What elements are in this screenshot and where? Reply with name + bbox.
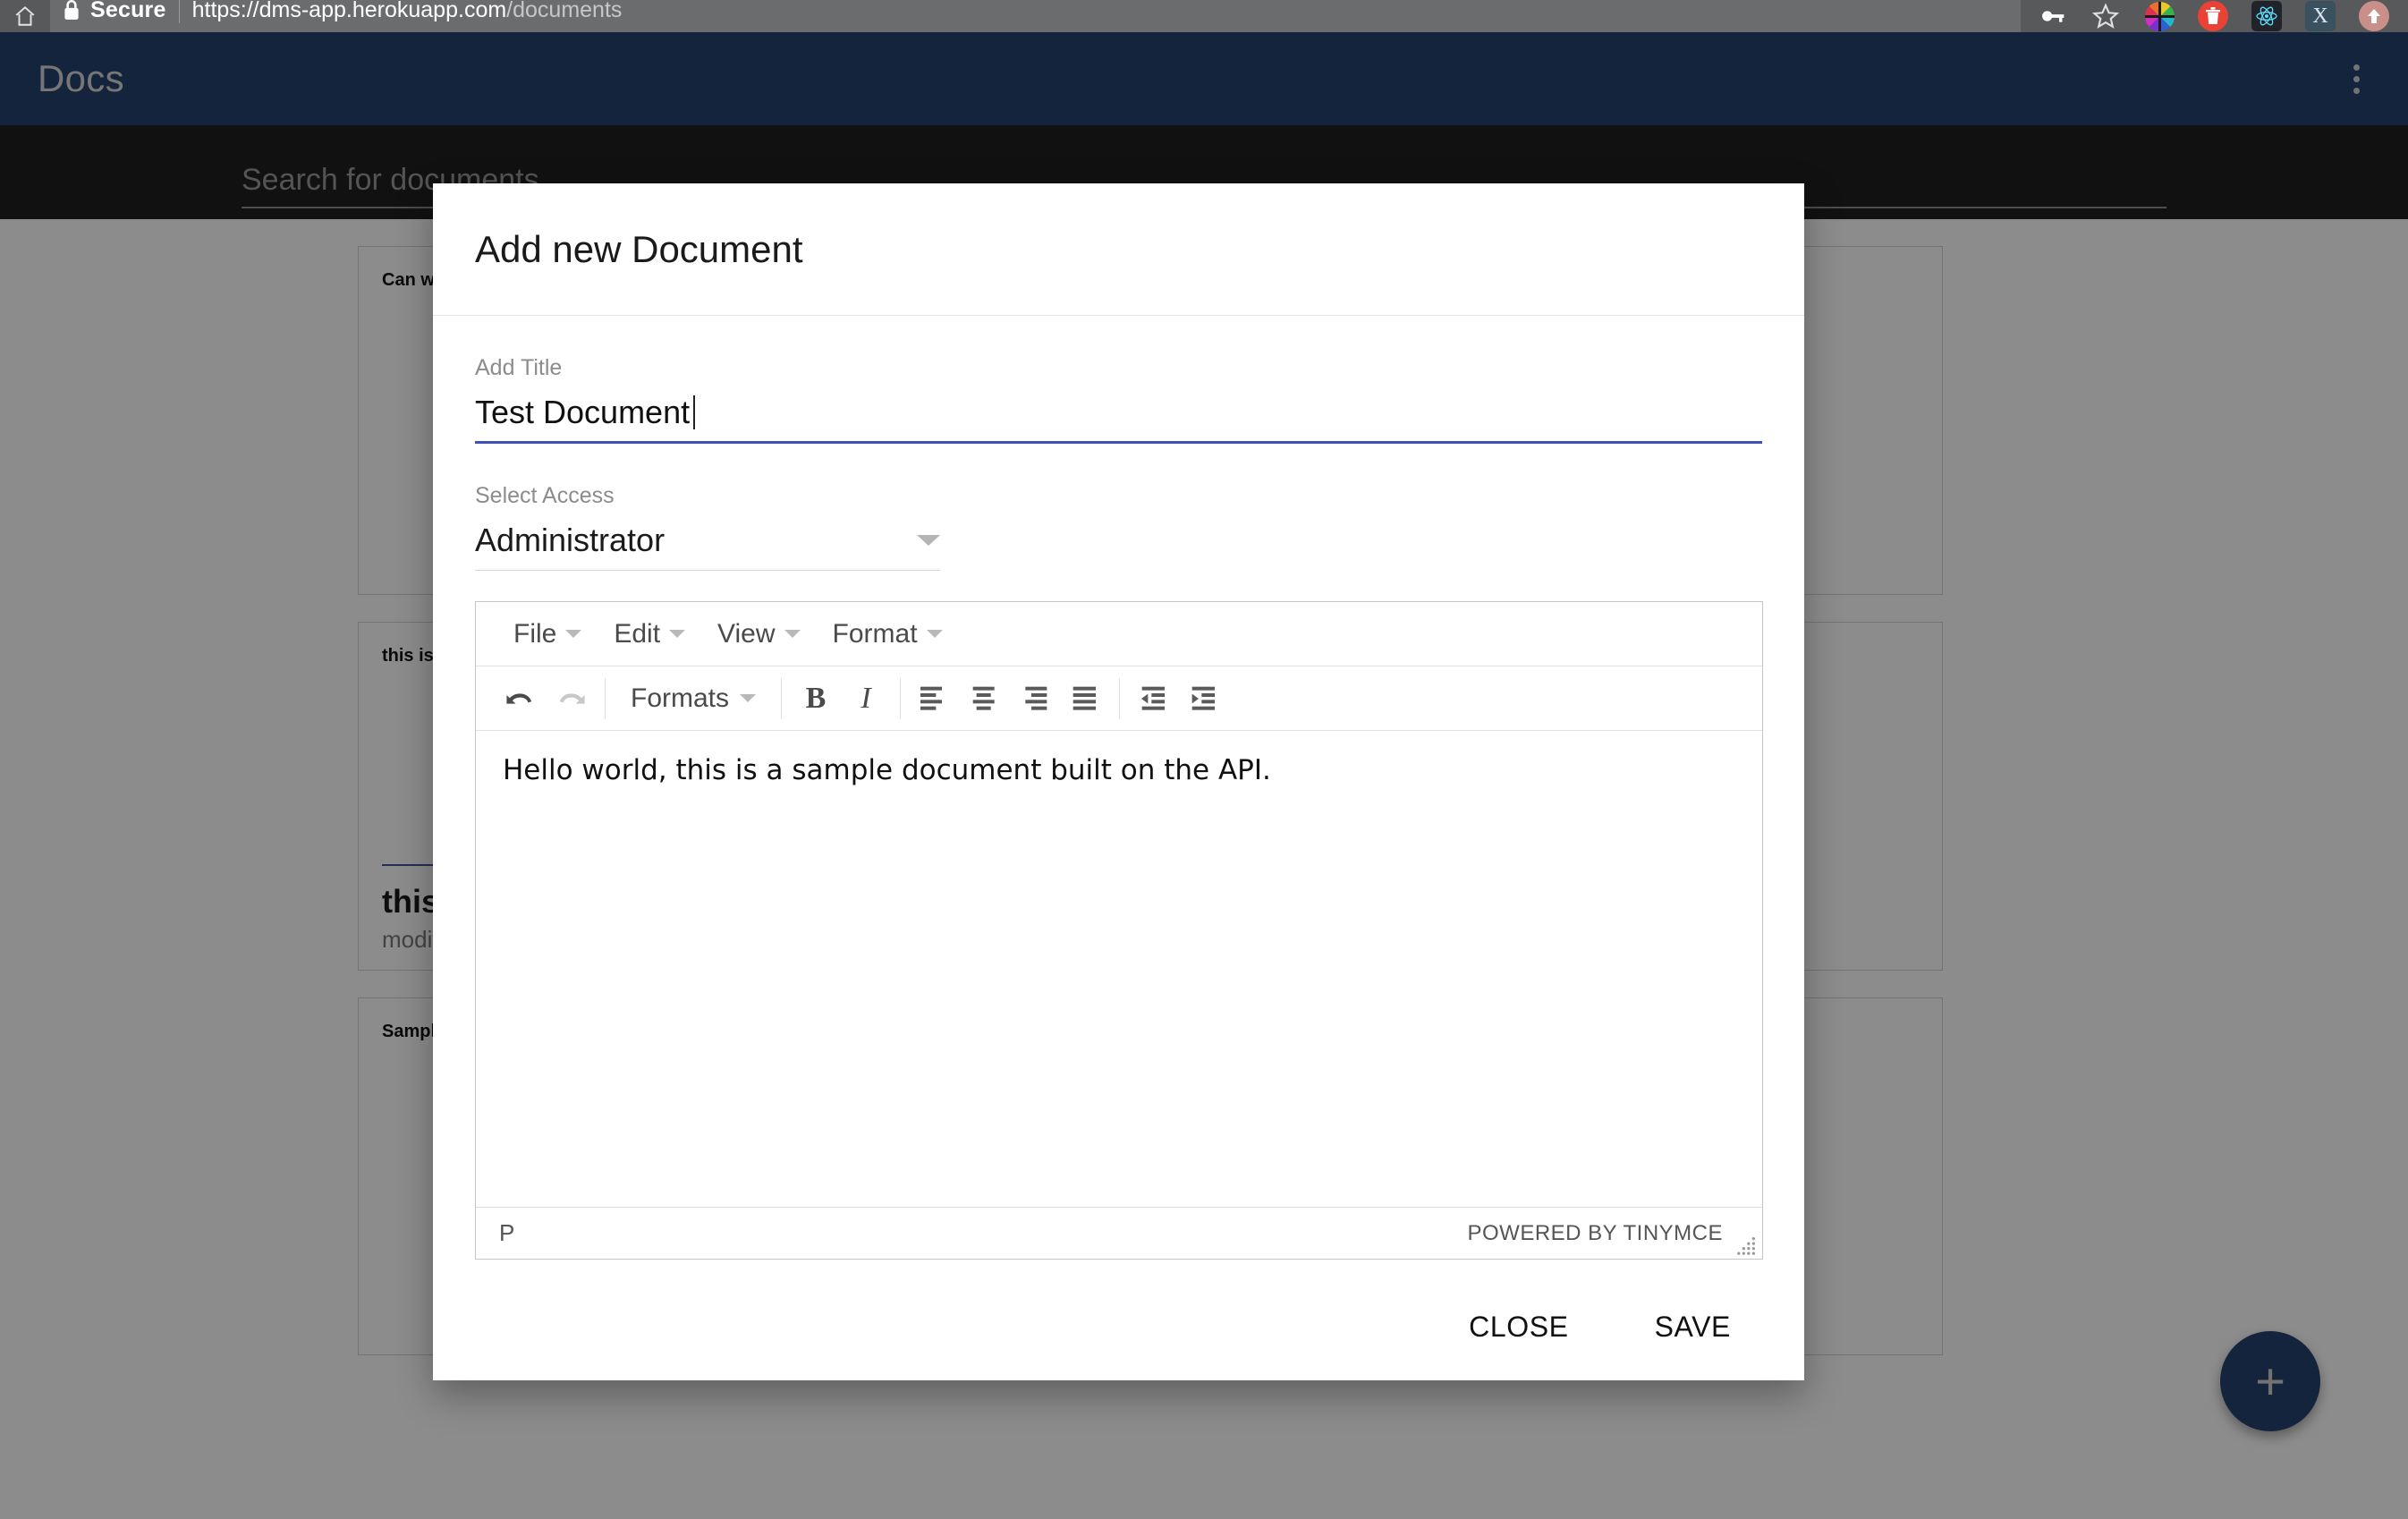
menu-edit[interactable]: Edit	[598, 612, 701, 657]
editor-menubar: File Edit View Format	[476, 602, 1762, 666]
history-group	[487, 677, 605, 720]
title-input[interactable]: Test Document	[475, 394, 1762, 444]
url-host: https://dms-app.herokuapp.com	[191, 0, 507, 22]
menu-format-label: Format	[832, 618, 918, 649]
editor-toolbar: Formats B I	[476, 666, 1762, 731]
title-field-group: Add Title Test Document	[475, 355, 1762, 444]
menu-file[interactable]: File	[497, 612, 598, 657]
react-devtools-extension-icon[interactable]	[2240, 0, 2294, 32]
upload-extension-icon[interactable]	[2347, 0, 2401, 32]
dialog-footer: CLOSE SAVE	[433, 1273, 1804, 1380]
text-caret	[693, 395, 696, 429]
lock-icon	[63, 0, 81, 21]
access-field-label: Select Access	[475, 483, 615, 508]
editor-statusbar: P POWERED BY TINYMCE	[476, 1207, 1762, 1259]
italic-label: I	[861, 681, 871, 715]
save-button[interactable]: SAVE	[1635, 1298, 1751, 1356]
omnibox-divider	[178, 0, 180, 23]
editor-content[interactable]: Hello world, this is a sample document b…	[476, 731, 1762, 1207]
align-center-icon[interactable]	[960, 676, 1010, 721]
access-field-group: Select Access Administrator	[475, 483, 1762, 571]
access-select[interactable]: Administrator	[475, 522, 940, 571]
chevron-down-icon	[926, 630, 943, 638]
chevron-down-icon	[917, 535, 940, 546]
menu-view-label: View	[717, 618, 776, 649]
bookmark-star-icon[interactable]	[2079, 0, 2132, 32]
align-right-icon[interactable]	[1010, 676, 1060, 721]
italic-button[interactable]: I	[841, 676, 891, 721]
add-document-dialog: Add new Document Add Title Test Document…	[433, 183, 1804, 1380]
align-group	[901, 677, 1119, 720]
x-extension-label: X	[2305, 1, 2336, 31]
menu-edit-label: Edit	[614, 618, 661, 649]
title-field-label: Add Title	[475, 355, 563, 380]
password-key-icon[interactable]	[2025, 0, 2079, 32]
menu-file-label: File	[513, 618, 557, 649]
editor-paragraph: Hello world, this is a sample document b…	[503, 754, 1271, 786]
menu-view[interactable]: View	[701, 612, 816, 657]
resize-grip-icon[interactable]	[1737, 1235, 1757, 1255]
undo-icon[interactable]	[496, 676, 546, 721]
outdent-icon[interactable]	[1129, 676, 1179, 721]
align-justify-icon[interactable]	[1060, 676, 1110, 721]
style-group: B I	[782, 677, 900, 720]
dialog-body: Add Title Test Document Select Access Ad…	[433, 316, 1804, 1273]
menu-format[interactable]: Format	[817, 612, 959, 657]
chevron-down-icon	[740, 694, 757, 702]
formats-dropdown[interactable]: Formats	[615, 683, 772, 714]
redo-icon[interactable]	[546, 676, 596, 721]
secure-label: Secure	[90, 0, 166, 22]
tinymce-editor: File Edit View Format Formats B I Hello …	[475, 601, 1763, 1260]
color-picker-extension-icon[interactable]	[2132, 0, 2186, 32]
tinymce-brand-label: POWERED BY TINYMCE	[1467, 1220, 1723, 1245]
chevron-down-icon	[784, 630, 801, 638]
bold-label: B	[805, 681, 827, 715]
access-select-value: Administrator	[475, 522, 666, 558]
formats-group: Formats	[606, 677, 781, 720]
chevron-down-icon	[669, 630, 686, 638]
browser-toolbar: Secure https://dms-app.herokuapp.com/doc…	[0, 0, 2408, 38]
align-left-icon[interactable]	[910, 676, 960, 721]
dialog-title: Add new Document	[475, 227, 803, 270]
url-path: /documents	[506, 0, 623, 22]
indent-group	[1120, 677, 1238, 720]
browser-extension-tray: X	[2025, 0, 2408, 32]
dialog-header: Add new Document	[433, 183, 1804, 316]
x-extension-icon[interactable]: X	[2294, 0, 2347, 32]
bold-button[interactable]: B	[791, 676, 841, 721]
close-button[interactable]: CLOSE	[1449, 1298, 1588, 1356]
url-text: https://dms-app.herokuapp.com/documents	[192, 0, 623, 23]
title-input-value: Test Document	[475, 394, 691, 430]
element-path: P	[499, 1219, 515, 1246]
formats-label: Formats	[631, 683, 730, 713]
home-icon[interactable]	[0, 4, 50, 28]
chevron-down-icon	[565, 630, 582, 638]
delete-cookies-extension-icon[interactable]	[2186, 0, 2240, 32]
indent-icon[interactable]	[1179, 676, 1229, 721]
